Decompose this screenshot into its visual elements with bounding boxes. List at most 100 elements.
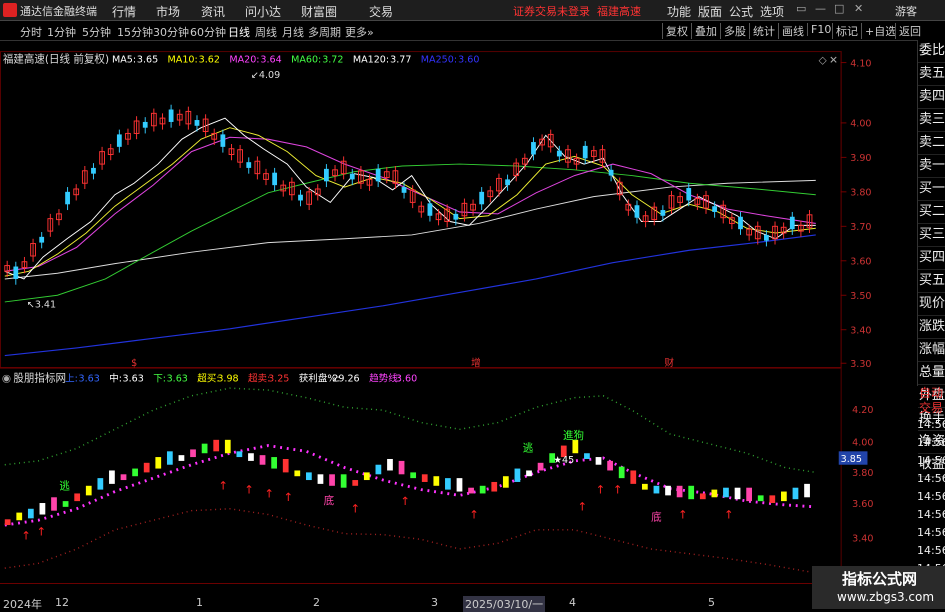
menu-gongshi[interactable]: 公式 <box>729 3 753 20</box>
toolbar-zixuan[interactable]: +自选 <box>861 23 899 39</box>
window-maximize-icon[interactable]: □ <box>834 2 844 15</box>
toolbar-fanhui[interactable]: 返回 <box>895 23 924 39</box>
candle-body-down <box>116 134 122 147</box>
tab-15min[interactable]: 15分钟 <box>117 24 153 40</box>
toolbar-diejia[interactable]: 叠加 <box>691 23 720 39</box>
indicator-bar <box>166 451 173 465</box>
tab-30min[interactable]: 30分钟 <box>153 24 189 40</box>
menu-zixun[interactable]: 资讯 <box>201 3 225 20</box>
menu-banmian[interactable]: 版面 <box>698 3 722 20</box>
settings-icon[interactable]: ◇ <box>819 55 828 67</box>
quote-field-11: 现价 <box>918 293 945 316</box>
candle-body-down <box>65 191 70 205</box>
tab-1min[interactable]: 1分钟 <box>47 24 76 40</box>
menu-caifuquan[interactable]: 财富圈 <box>301 3 337 20</box>
indicator-legend-value: 29.26 <box>332 373 359 384</box>
signal-escape: 逃 <box>59 480 70 493</box>
candle-body-down <box>556 150 562 157</box>
quote-field-6: 买一 <box>918 178 945 201</box>
indicator-bar <box>491 481 498 492</box>
menu-wenxiaoda[interactable]: 问小达 <box>245 3 281 20</box>
indicator-bar <box>329 474 335 486</box>
close-panel-icon[interactable]: ✕ <box>829 55 838 67</box>
price-tick-label: 3.90 <box>850 153 871 164</box>
event-mark-finance[interactable]: 财 <box>664 357 674 369</box>
indicator-bar <box>699 493 706 500</box>
signal-bottom: 底 <box>324 494 335 507</box>
indicator-bar <box>734 487 741 500</box>
window-minimize-icon[interactable]: — <box>815 2 826 15</box>
toolbar-huaxian[interactable]: 画线 <box>778 23 807 39</box>
menu-jiaoyi[interactable]: 交易 <box>369 3 393 20</box>
tab-5min[interactable]: 5分钟 <box>82 24 111 40</box>
auto-trade-panel[interactable]: 自动 交易 <box>917 386 945 416</box>
indicator-legend-value: 3.63 <box>167 373 188 384</box>
date-axis-label: 12 <box>55 596 69 609</box>
event-mark-increase[interactable]: 增 <box>471 357 481 369</box>
indicator-bar <box>630 470 637 484</box>
buy-arrow-icon: ↑ <box>244 482 254 496</box>
date-axis-label: 4 <box>569 596 576 609</box>
buy-arrow-icon: ↑ <box>283 490 293 504</box>
price-chart-label: 福建高速(日线 前复权) <box>3 53 109 66</box>
indicator-bar <box>595 457 602 465</box>
menu-xuanxiang[interactable]: 选项 <box>760 3 784 20</box>
indicator-bar <box>16 512 23 521</box>
guest-label[interactable]: 游客 <box>895 3 917 19</box>
toolbar-tongji[interactable]: 统计 <box>749 23 778 39</box>
indicator-legend-key: 中: <box>109 372 122 384</box>
window-close-icon[interactable]: ✕ <box>854 2 863 15</box>
quote-field-8: 买三 <box>918 224 945 247</box>
indicator-bar <box>97 478 104 490</box>
auto-label[interactable]: 自动 <box>917 386 945 401</box>
toolbar-biaoji[interactable]: 标记 <box>832 23 861 39</box>
tick-time: 14:56 <box>917 490 945 503</box>
indicator-bar <box>259 455 266 465</box>
window-restore-icon[interactable]: ▭ <box>796 2 806 15</box>
tab-weekly[interactable]: 周线 <box>255 24 277 40</box>
candle-body-down <box>660 210 666 216</box>
ma-legend-item: MA60: <box>291 55 321 66</box>
low-price-annotation: ↖3.41 <box>27 300 56 311</box>
event-mark-dividend[interactable]: $ <box>131 358 137 369</box>
login-status[interactable]: 证券交易未登录 福建高速 <box>513 3 641 19</box>
toolbar-f10[interactable]: F10 <box>807 23 834 36</box>
ma20-line <box>4 136 816 272</box>
indicator-legend-value: 3.98 <box>217 373 238 384</box>
buy-arrow-icon: ↑ <box>577 500 587 514</box>
quote-field-7: 买二 <box>918 201 945 224</box>
tab-60min[interactable]: 60分钟 <box>190 24 226 40</box>
indicator-settings-icon[interactable]: ◉ <box>2 372 11 384</box>
trend-line <box>4 444 816 527</box>
tab-more[interactable]: 更多» <box>345 24 374 40</box>
ma-legend-item: MA20: <box>229 55 259 66</box>
candle-body-down <box>712 206 718 212</box>
tick-time: 14:56 <box>917 436 945 449</box>
buy-arrow-icon: ↑ <box>678 507 688 521</box>
signal-escape-2: 逃 <box>523 441 534 454</box>
signal-star: ★45 <box>553 455 574 466</box>
toolbar-duogu[interactable]: 多股 <box>720 23 749 39</box>
tab-daily[interactable]: 日线 <box>228 24 250 40</box>
indicator-bar <box>294 470 301 477</box>
menu-shichang[interactable]: 市场 <box>156 3 180 20</box>
menu-hangqing[interactable]: 行情 <box>112 3 136 20</box>
indicator-legend-key: 超买: <box>197 372 219 384</box>
tab-multi-period[interactable]: 多周期 <box>308 24 341 40</box>
ma-legend-item: MA120: <box>353 55 389 66</box>
tab-fenshi[interactable]: 分时 <box>20 24 42 40</box>
quote-field-1: 卖五 <box>918 63 945 86</box>
kline-chart[interactable]: 福建高速(日线 前复权) MA5: 3.65 MA10: 3.62 MA20: 3.64 M… <box>0 40 878 607</box>
quote-field-4: 卖二 <box>918 132 945 155</box>
indicator-bar <box>398 460 405 475</box>
tab-monthly[interactable]: 月线 <box>282 24 304 40</box>
buy-arrow-icon: ↑ <box>218 479 228 493</box>
menu-gongneng[interactable]: 功能 <box>667 3 691 20</box>
indicator-tick-label: 4.00 <box>852 438 873 449</box>
candlesticks <box>4 104 813 285</box>
toolbar-fuquan[interactable]: 复权 <box>662 23 691 39</box>
indicator-bar <box>51 497 57 511</box>
trade-label[interactable]: 交易 <box>917 401 945 416</box>
quote-field-14: 总量 <box>918 362 945 385</box>
indicator-bar <box>502 476 509 488</box>
